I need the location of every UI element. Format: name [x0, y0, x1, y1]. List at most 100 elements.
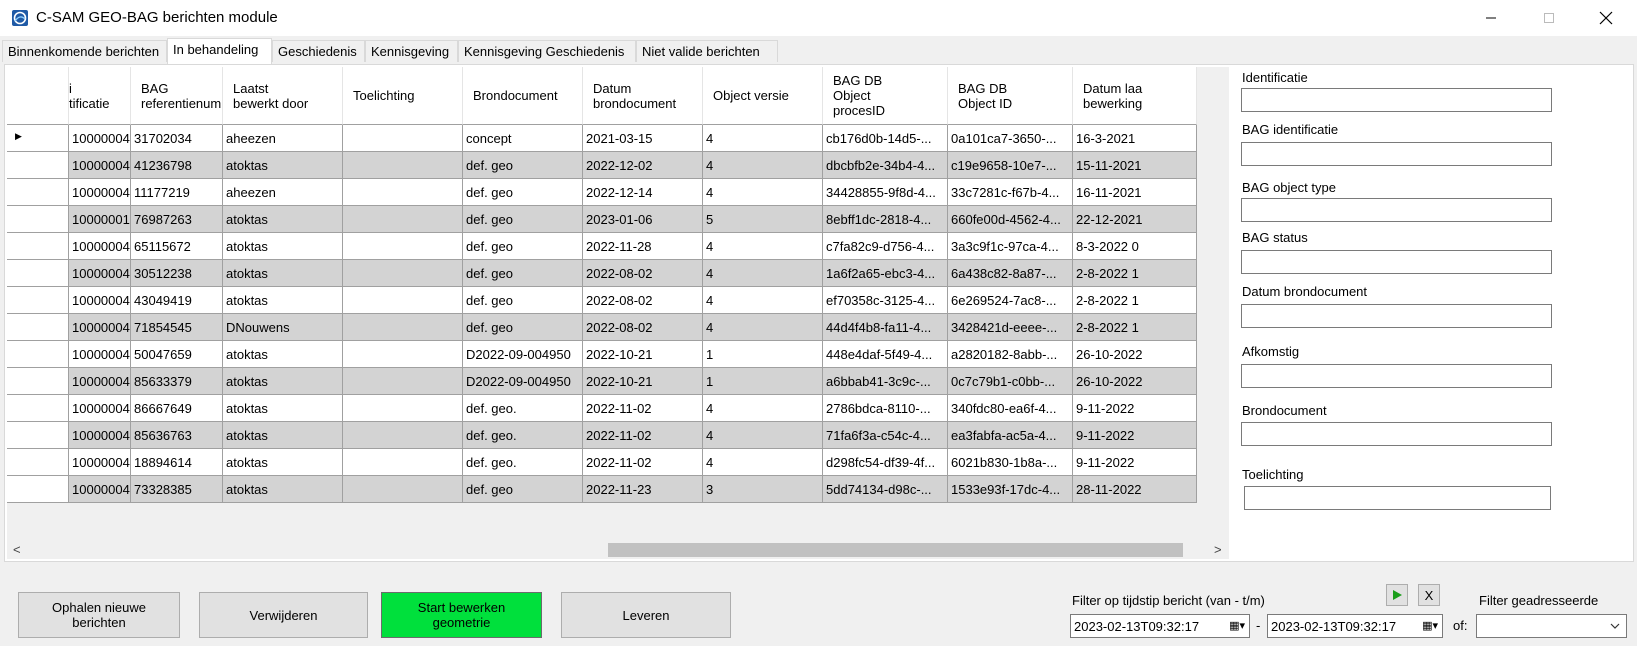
row-header[interactable] [7, 449, 69, 476]
table-cell[interactable]: 100000044... [69, 260, 131, 287]
delete-button[interactable]: Verwijderen [199, 592, 368, 638]
row-header[interactable] [7, 476, 69, 503]
table-cell[interactable]: 28-11-2022 [1073, 476, 1197, 503]
table-cell[interactable]: 100000044... [69, 476, 131, 503]
table-cell[interactable]: 1a6f2a65-ebc3-4... [823, 260, 948, 287]
calendar-icon[interactable]: ▦▾ [1229, 619, 1245, 632]
table-cell[interactable]: 4 [703, 314, 823, 341]
table-cell[interactable]: atoktas [223, 260, 343, 287]
row-header[interactable] [7, 260, 69, 287]
table-cell[interactable]: 0c7c79b1-c0bb-... [948, 368, 1073, 395]
tab-kennisgeving[interactable]: Kennisgeving [365, 40, 458, 62]
table-cell[interactable]: 73328385 [131, 476, 223, 503]
table-cell[interactable]: D2022-09-004950 [463, 341, 583, 368]
table-cell[interactable]: c7fa82c9-d756-4... [823, 233, 948, 260]
table-cell[interactable]: 4 [703, 233, 823, 260]
table-cell[interactable]: 31702034 [131, 125, 223, 152]
maximize-button[interactable] [1526, 0, 1572, 36]
column-header[interactable]: Object versie [703, 67, 823, 125]
table-cell[interactable]: a2820182-8abb-... [948, 341, 1073, 368]
column-header[interactable]: Laatst bewerkt door [223, 67, 343, 125]
scrollbar-thumb[interactable] [608, 543, 1183, 557]
tab-binnenkomende-berichten[interactable]: Binnenkomende berichten [2, 40, 167, 62]
horizontal-scrollbar[interactable]: < > [7, 541, 1229, 559]
table-cell[interactable]: 2021-03-15 [583, 125, 703, 152]
tab-in-behandeling[interactable]: In behandeling [167, 38, 272, 64]
table-cell[interactable]: 11177219 [131, 179, 223, 206]
table-cell[interactable]: 2022-08-02 [583, 314, 703, 341]
table-cell[interactable] [343, 179, 463, 206]
table-cell[interactable]: 86667649 [131, 395, 223, 422]
table-cell[interactable]: 71fa6f3a-c54c-4... [823, 422, 948, 449]
table-cell[interactable]: 2022-11-02 [583, 449, 703, 476]
row-header[interactable] [7, 422, 69, 449]
row-header[interactable] [7, 179, 69, 206]
column-header[interactable]: Datum brondocument [583, 67, 703, 125]
table-cell[interactable]: 9-11-2022 [1073, 422, 1197, 449]
table-cell[interactable] [343, 125, 463, 152]
table-cell[interactable]: 26-10-2022 [1073, 341, 1197, 368]
table-cell[interactable]: 1 [703, 341, 823, 368]
detail-field-input[interactable] [1244, 486, 1551, 510]
table-cell[interactable]: 43049419 [131, 287, 223, 314]
column-header[interactable]: BAG referentienummer [131, 67, 223, 125]
row-header[interactable] [7, 206, 69, 233]
table-cell[interactable]: 2-8-2022 1 [1073, 287, 1197, 314]
table-cell[interactable]: 2022-12-14 [583, 179, 703, 206]
row-header[interactable] [7, 287, 69, 314]
column-header[interactable]: Datum laa bewerking [1073, 67, 1197, 125]
table-cell[interactable]: 65115672 [131, 233, 223, 260]
row-header[interactable] [7, 341, 69, 368]
table-cell[interactable]: 2022-10-21 [583, 368, 703, 395]
table-cell[interactable] [343, 233, 463, 260]
table-cell[interactable] [343, 314, 463, 341]
table-cell[interactable]: 2022-11-02 [583, 422, 703, 449]
table-cell[interactable]: atoktas [223, 476, 343, 503]
table-cell[interactable]: 0a101ca7-3650-... [948, 125, 1073, 152]
detail-field-input[interactable] [1241, 198, 1552, 222]
table-cell[interactable]: d298fc54-df39-4f... [823, 449, 948, 476]
table-cell[interactable]: 100000045... [69, 341, 131, 368]
table-cell[interactable]: cb176d0b-14d5-... [823, 125, 948, 152]
table-cell[interactable]: 30512238 [131, 260, 223, 287]
table-cell[interactable]: 41236798 [131, 152, 223, 179]
table-cell[interactable]: 15-11-2021 [1073, 152, 1197, 179]
tab-niet-valide-berichten[interactable]: Niet valide berichten [636, 40, 778, 62]
table-cell[interactable]: 4 [703, 125, 823, 152]
table-cell[interactable]: 2022-11-02 [583, 395, 703, 422]
table-cell[interactable]: 3428421d-eeee-... [948, 314, 1073, 341]
column-header[interactable]: BAG DB Object ID [948, 67, 1073, 125]
table-cell[interactable]: ef70358c-3125-4... [823, 287, 948, 314]
table-cell[interactable]: aheezen [223, 179, 343, 206]
table-cell[interactable]: def. geo [463, 233, 583, 260]
row-header[interactable] [7, 314, 69, 341]
table-cell[interactable]: 85633379 [131, 368, 223, 395]
table-cell[interactable]: 2-8-2022 1 [1073, 314, 1197, 341]
messages-grid[interactable]: i tificatieBAG referentienummerLaatst be… [7, 67, 1229, 559]
table-cell[interactable]: 8-3-2022 0 [1073, 233, 1197, 260]
table-cell[interactable] [343, 422, 463, 449]
table-cell[interactable]: 6021b830-1b8a-... [948, 449, 1073, 476]
minimize-button[interactable] [1468, 0, 1514, 36]
table-cell[interactable]: 2023-01-06 [583, 206, 703, 233]
table-cell[interactable]: atoktas [223, 206, 343, 233]
table-cell[interactable]: 4 [703, 260, 823, 287]
table-cell[interactable] [343, 206, 463, 233]
table-cell[interactable]: 33c7281c-f67b-4... [948, 179, 1073, 206]
table-cell[interactable]: 18894614 [131, 449, 223, 476]
table-cell[interactable]: 100000015... [69, 206, 131, 233]
table-cell[interactable]: 2022-08-02 [583, 287, 703, 314]
detail-field-input[interactable] [1241, 422, 1552, 446]
close-button[interactable] [1583, 0, 1629, 36]
table-cell[interactable]: 71854545 [131, 314, 223, 341]
table-cell[interactable]: dbcbfb2e-34b4-4... [823, 152, 948, 179]
table-cell[interactable]: def. geo [463, 287, 583, 314]
table-cell[interactable]: atoktas [223, 152, 343, 179]
apply-filter-button[interactable] [1386, 584, 1408, 606]
table-cell[interactable]: 2022-10-21 [583, 341, 703, 368]
table-cell[interactable]: atoktas [223, 449, 343, 476]
detail-field-input[interactable] [1241, 142, 1552, 166]
table-cell[interactable]: 8ebff1dc-2818-4... [823, 206, 948, 233]
row-header[interactable] [7, 395, 69, 422]
table-cell[interactable]: 448e4daf-5f49-4... [823, 341, 948, 368]
